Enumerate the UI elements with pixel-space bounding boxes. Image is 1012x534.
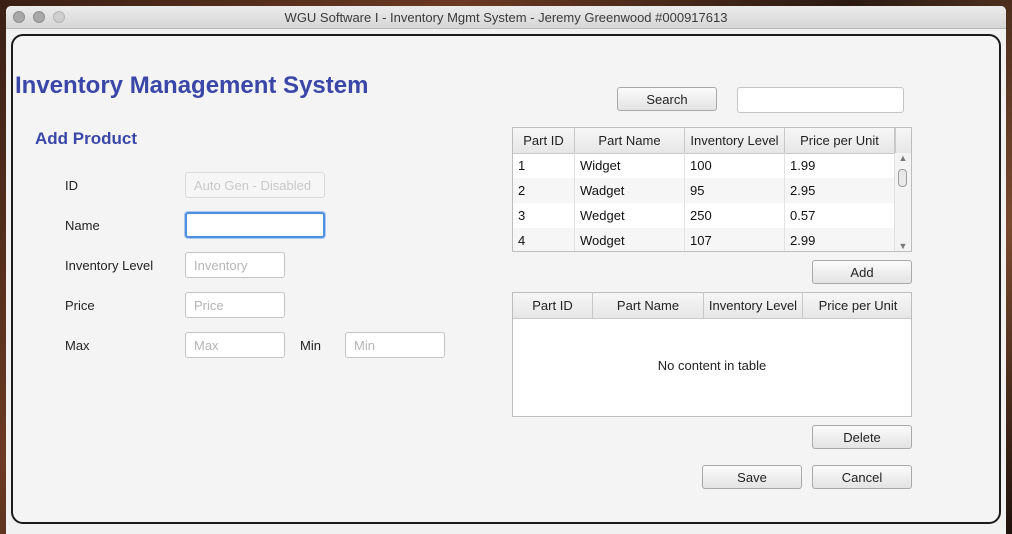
cell-part-name: Wadget (575, 178, 685, 203)
parts-col-part-name[interactable]: Part Name (575, 128, 685, 153)
window-title: WGU Software I - Inventory Mgmt System -… (284, 10, 728, 25)
min-label: Min (300, 338, 321, 353)
parts-table-scrollbar[interactable]: ▲ ▼ (894, 153, 911, 251)
search-button[interactable]: Search (617, 87, 717, 111)
associated-parts-table[interactable]: Part ID Part Name Inventory Level Price … (512, 292, 912, 417)
id-field (185, 172, 325, 198)
cell-inventory: 250 (685, 203, 785, 228)
cell-inventory: 95 (685, 178, 785, 203)
cell-price: 2.99 (785, 228, 895, 251)
cell-part-name: Widget (575, 153, 685, 178)
section-title: Add Product (35, 129, 137, 148)
price-label: Price (65, 298, 95, 313)
parts-col-inventory[interactable]: Inventory Level (685, 128, 785, 153)
cell-part-id: 2 (513, 178, 575, 203)
associated-table-header: Part ID Part Name Inventory Level Price … (513, 293, 911, 319)
cell-part-name: Wodget (575, 228, 685, 251)
parts-col-price[interactable]: Price per Unit (785, 128, 895, 153)
parts-table-header: Part ID Part Name Inventory Level Price … (513, 128, 895, 154)
scroll-thumb[interactable] (898, 169, 907, 187)
delete-button[interactable]: Delete (812, 425, 912, 449)
min-field[interactable] (345, 332, 445, 358)
main-panel: Inventory Management System Add Product … (11, 34, 1001, 524)
cell-part-id: 1 (513, 153, 575, 178)
cell-inventory: 107 (685, 228, 785, 251)
cell-part-id: 3 (513, 203, 575, 228)
cell-price: 1.99 (785, 153, 895, 178)
cell-price: 0.57 (785, 203, 895, 228)
search-input[interactable] (737, 87, 904, 113)
table-row[interactable]: 3 Wedget 250 0.57 (513, 203, 895, 228)
app-title: Inventory Management System (15, 72, 369, 99)
add-button[interactable]: Add (812, 260, 912, 284)
save-button[interactable]: Save (702, 465, 802, 489)
title-bar: WGU Software I - Inventory Mgmt System -… (6, 6, 1006, 29)
inventory-label: Inventory Level (65, 258, 154, 273)
id-label: ID (65, 178, 78, 193)
inventory-field[interactable] (185, 252, 285, 278)
assoc-col-inventory[interactable]: Inventory Level (704, 293, 803, 318)
table-row[interactable]: 1 Widget 100 1.99 (513, 153, 895, 178)
cell-inventory: 100 (685, 153, 785, 178)
table-row[interactable]: 2 Wadget 95 2.95 (513, 178, 895, 203)
empty-table-message: No content in table (657, 358, 767, 373)
assoc-col-part-name[interactable]: Part Name (593, 293, 704, 318)
table-row[interactable]: 4 Wodget 107 2.99 (513, 228, 895, 251)
max-field[interactable] (185, 332, 285, 358)
app-window: WGU Software I - Inventory Mgmt System -… (6, 6, 1006, 534)
chevron-down-icon[interactable]: ▼ (895, 241, 911, 251)
name-label: Name (65, 218, 100, 233)
chevron-up-icon[interactable]: ▲ (895, 153, 911, 163)
max-label: Max (65, 338, 90, 353)
table-corner (895, 128, 911, 153)
assoc-col-part-id[interactable]: Part ID (513, 293, 593, 318)
price-field[interactable] (185, 292, 285, 318)
cell-part-name: Wedget (575, 203, 685, 228)
cancel-button[interactable]: Cancel (812, 465, 912, 489)
assoc-col-price[interactable]: Price per Unit (803, 293, 911, 318)
cell-part-id: 4 (513, 228, 575, 251)
name-field[interactable] (185, 212, 325, 238)
parts-col-part-id[interactable]: Part ID (513, 128, 575, 153)
cell-price: 2.95 (785, 178, 895, 203)
parts-table[interactable]: Part ID Part Name Inventory Level Price … (512, 127, 912, 252)
